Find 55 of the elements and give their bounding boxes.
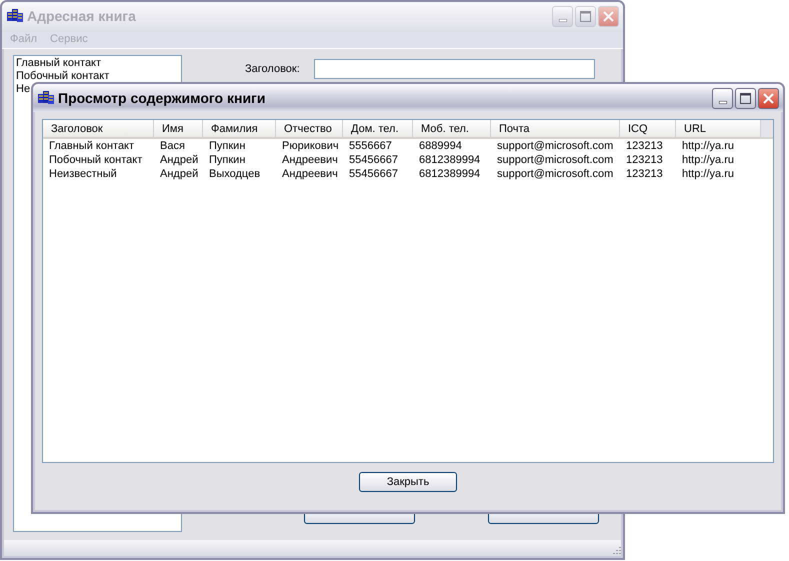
resize-grip-icon — [610, 545, 621, 556]
table-cell-text: Главный контакт — [48, 139, 136, 153]
close-icon — [603, 10, 614, 22]
table-cell-text: 55456667 — [348, 167, 399, 181]
table-cell-text: Андреевич — [281, 167, 339, 181]
table-cell-text: http://ya.ru — [681, 167, 735, 181]
close-icon — [763, 92, 774, 104]
table-cell-text: 123213 — [625, 153, 664, 167]
maximize-icon — [580, 10, 591, 22]
table-cell-text: support@microsoft.com — [496, 153, 614, 167]
table-cell-text: 6889994 — [418, 139, 463, 153]
field-label: Заголовок: — [245, 63, 300, 75]
contact-item[interactable]: Главный контакт — [16, 57, 179, 70]
title-field[interactable] — [314, 59, 595, 79]
table-cell-text: 123213 — [625, 167, 664, 181]
column-header[interactable]: Моб. тел. — [413, 120, 491, 137]
window-title: Адресная книга — [27, 8, 137, 24]
table-cell-text: 5556667 — [348, 139, 393, 153]
column-header[interactable]: ICQ — [620, 120, 676, 137]
table-cell-text: Рюрикович — [281, 139, 340, 153]
table-cell-text: Вася — [159, 139, 186, 153]
maximize-button[interactable] — [735, 88, 756, 108]
column-header[interactable]: Дом. тел. — [343, 120, 413, 137]
header-background — [761, 120, 773, 137]
close-button[interactable] — [758, 88, 779, 108]
minimize-icon — [558, 18, 566, 22]
table-cell-text: http://ya.ru — [681, 153, 735, 167]
table-cell-text: Побочный контакт — [48, 153, 144, 167]
table-cell-text: 123213 — [625, 139, 664, 153]
app-icon — [38, 91, 54, 105]
column-header[interactable]: Фамилия — [203, 120, 276, 137]
contact-item[interactable]: Побочный контакт — [16, 70, 179, 83]
minimize-button[interactable] — [712, 88, 733, 108]
table-cell-text: 6812389994 — [418, 167, 482, 181]
table-cell-text: Андрей — [159, 167, 200, 181]
maximize-icon — [740, 92, 751, 104]
column-header[interactable]: Имя — [154, 120, 203, 137]
table-cell-text: support@microsoft.com — [496, 139, 614, 153]
table-cell-text: Андреевич — [281, 153, 339, 167]
table-cell-text: Пупкин — [208, 153, 246, 167]
table-cell-text: Выходцев — [208, 167, 262, 181]
close-dialog-button[interactable]: Закрыть — [359, 472, 457, 492]
table-cell-text: Неизвестный — [48, 167, 118, 181]
column-header[interactable]: Почта — [491, 120, 620, 137]
column-header[interactable]: Заголовок — [43, 120, 154, 137]
minimize-icon — [718, 100, 726, 104]
table-cell-text: Андрей — [159, 153, 200, 167]
window-title: Просмотр содержимого книги — [58, 90, 266, 106]
table-cell-text: Пупкин — [208, 139, 246, 153]
column-header[interactable]: Отчество — [276, 120, 343, 137]
app-icon — [7, 9, 23, 23]
table-cell-text: http://ya.ru — [681, 139, 735, 153]
table-cell-text: 6812389994 — [418, 153, 482, 167]
table-cell-text: 55456667 — [348, 153, 399, 167]
table-cell-text: support@microsoft.com — [496, 167, 614, 181]
